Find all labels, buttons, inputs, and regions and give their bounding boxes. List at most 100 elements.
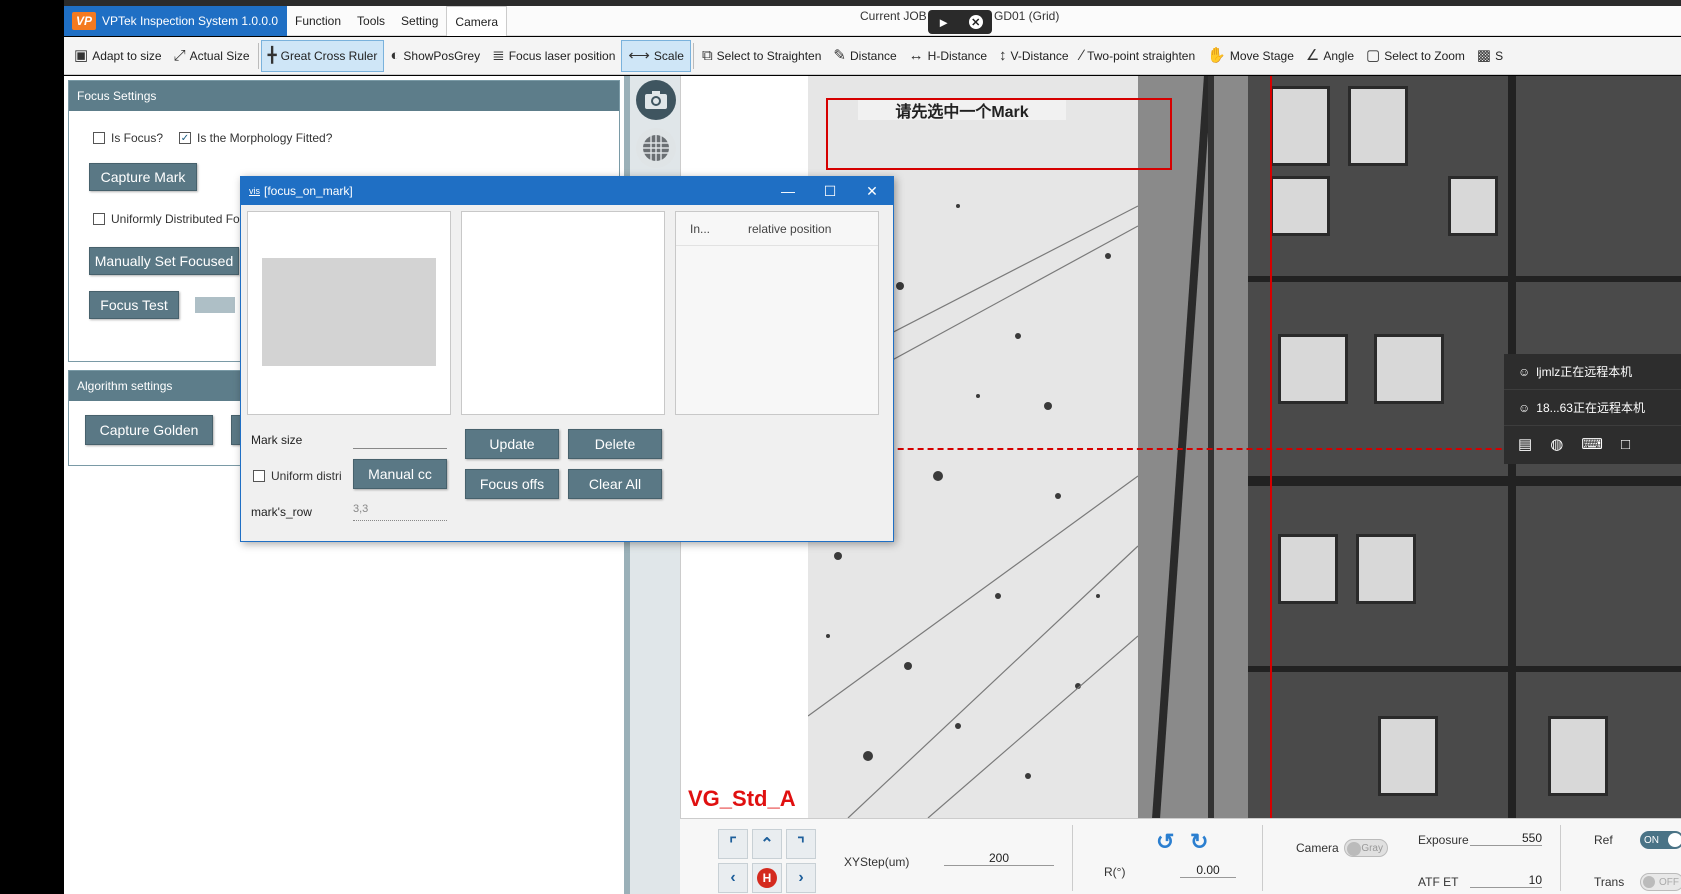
rotate-cw-icon[interactable]: ↻ — [1190, 829, 1208, 855]
image-icon: ▩ — [1476, 47, 1492, 64]
grid-globe-icon[interactable] — [636, 128, 676, 168]
toggle-text: Gray — [1361, 842, 1383, 854]
distance-button[interactable]: ✎ Distance — [827, 40, 902, 72]
image-button[interactable]: ▩ S — [1471, 40, 1509, 72]
atf-et-input[interactable]: 10 — [1470, 873, 1542, 888]
column-index[interactable]: In... — [676, 222, 736, 236]
mark-image-pane[interactable] — [247, 211, 451, 415]
minimize-icon[interactable]: — — [767, 177, 809, 205]
move-right-button[interactable]: › — [786, 863, 816, 893]
circuit-pad — [1356, 534, 1416, 604]
toolbar-separator — [257, 42, 259, 69]
checkbox-box[interactable] — [93, 213, 105, 225]
mark-size-input[interactable] — [353, 431, 447, 449]
menu-setting[interactable]: Setting — [393, 6, 446, 36]
uniform-distribution-checkbox[interactable]: Uniform distri — [253, 469, 342, 483]
actual-size-button[interactable]: ⤢ Actual Size — [168, 40, 256, 72]
column-relative-position[interactable]: relative position — [736, 222, 831, 236]
remote-user-text: ljmlz正在远程本机 — [1536, 365, 1633, 379]
home-button[interactable]: H — [752, 863, 782, 893]
move-up-right-button[interactable]: ⌝ — [786, 829, 816, 859]
toggle-knob — [1668, 833, 1681, 847]
focus-image-pane[interactable] — [461, 211, 665, 415]
microphone-icon[interactable]: ◍ — [1550, 435, 1563, 453]
capture-mark-button[interactable]: Capture Mark — [89, 163, 197, 191]
remote-close-icon[interactable]: ✕ — [968, 15, 983, 29]
focus-test-button[interactable]: Focus Test — [89, 291, 179, 319]
chat-icon[interactable]: ▤ — [1518, 435, 1532, 453]
great-cross-ruler-button[interactable]: ╋ Great Cross Ruler — [260, 39, 385, 72]
capture-golden-button[interactable]: Capture Golden — [85, 415, 213, 445]
checkbox-box[interactable] — [93, 132, 105, 144]
ref-toggle[interactable]: ON — [1640, 831, 1681, 849]
adapt-to-size-button[interactable]: ▣ Adapt to size — [68, 40, 168, 72]
marks-row-input[interactable]: 3,3 — [353, 503, 447, 521]
stage-control-panel: ⌜ ⌃ ⌝ ‹ H › XYStep(um) 200 ↺ ↻ R(°) 0.00… — [680, 818, 1681, 894]
tb-label: Select to Straighten — [716, 48, 822, 63]
manual-config-button[interactable]: Manual cc — [353, 459, 447, 489]
move-up-button[interactable]: ⌃ — [752, 829, 782, 859]
dialog-title-bar[interactable]: vis [focus_on_mark] — ☐ ✕ — [241, 177, 893, 205]
marks-row-label: mark's_row — [251, 505, 312, 519]
rotation-input[interactable]: 0.00 — [1180, 863, 1236, 878]
remote-arrow-icon[interactable]: ► — [937, 15, 950, 30]
menu-tools[interactable]: Tools — [349, 6, 393, 36]
check-icon[interactable]: ✓ — [179, 132, 191, 144]
tb-label: Scale — [653, 48, 684, 63]
marks-table[interactable]: In... relative position — [675, 211, 879, 415]
checkbox-label: Uniform distri — [271, 469, 342, 483]
clear-all-button[interactable]: Clear All — [568, 469, 662, 499]
manually-set-focused-button[interactable]: Manually Set Focused — [89, 247, 239, 275]
keyboard-icon[interactable]: ⌨ — [1581, 435, 1603, 453]
checkbox-label: Is Focus? — [111, 131, 164, 145]
remote-session-popup: ☺ ljmlz正在远程本机 ☺ 18...63正在远程本机 ▤ ◍ ⌨ □ — [1504, 354, 1681, 464]
home-icon: H — [757, 868, 777, 888]
focus-on-mark-dialog: vis [focus_on_mark] — ☐ ✕ In... relative… — [240, 176, 894, 542]
focus-settings-header: Focus Settings — [69, 81, 619, 111]
menu-items: Function Tools Setting Camera — [287, 6, 508, 36]
show-pos-grey-button[interactable]: ◐ ShowPosGrey — [384, 40, 486, 72]
app-title-tab[interactable]: VP VPTek Inspection System 1.0.0.0 — [64, 6, 287, 36]
update-button[interactable]: Update — [465, 429, 559, 459]
remote-user-row: ☺ ljmlz正在远程本机 — [1504, 354, 1681, 390]
delete-button[interactable]: Delete — [568, 429, 662, 459]
camera-label: Camera — [1296, 841, 1339, 855]
circuit-trace — [1248, 666, 1681, 672]
table-header: In... relative position — [676, 212, 878, 246]
uniform-distributed-checkbox[interactable]: Uniformly Distributed Fo — [93, 212, 240, 226]
move-stage-button[interactable]: ✋ Move Stage — [1201, 40, 1300, 72]
exposure-input[interactable]: 550 — [1470, 831, 1542, 846]
select-to-straighten-button[interactable]: ⧉ Select to Straighten — [696, 40, 827, 72]
menu-function[interactable]: Function — [287, 6, 349, 36]
tb-label: Focus laser position — [508, 48, 616, 63]
maximize-icon[interactable]: ☐ — [809, 177, 851, 205]
morphology-fitted-checkbox[interactable]: ✓ Is the Morphology Fitted? — [179, 131, 332, 145]
text-icon[interactable]: □ — [1621, 436, 1630, 453]
left-margin — [0, 0, 64, 894]
menu-camera[interactable]: Camera — [446, 6, 508, 36]
camera-gray-toggle[interactable]: Gray — [1344, 839, 1388, 857]
focus-laser-position-button[interactable]: ≣ Focus laser position — [486, 40, 621, 72]
angle-button[interactable]: ∠ Angle — [1300, 40, 1360, 72]
scale-button[interactable]: ⟷ Scale — [621, 39, 691, 72]
remote-control-pill[interactable]: ► ✕ — [928, 10, 992, 34]
close-icon[interactable]: ✕ — [851, 177, 893, 205]
trans-toggle[interactable]: OFF — [1640, 873, 1681, 891]
checkbox-label: Is the Morphology Fitted? — [197, 131, 333, 145]
checkbox-box[interactable] — [253, 470, 265, 482]
toggle-text: ON — [1644, 834, 1659, 846]
rotate-ccw-icon[interactable]: ↺ — [1156, 829, 1174, 855]
move-left-button[interactable]: ‹ — [718, 863, 748, 893]
camera-icon[interactable] — [636, 80, 676, 120]
is-focus-checkbox[interactable]: Is Focus? — [93, 131, 163, 145]
move-up-left-button[interactable]: ⌜ — [718, 829, 748, 859]
two-point-straighten-button[interactable]: ∕ Two-point straighten — [1075, 40, 1202, 72]
h-distance-button[interactable]: ↔ H-Distance — [903, 40, 993, 72]
focus-offset-button[interactable]: Focus offs — [465, 469, 559, 499]
select-to-zoom-button[interactable]: ▢ Select to Zoom — [1360, 40, 1471, 72]
separator — [1560, 825, 1561, 891]
xystep-input[interactable]: 200 — [944, 851, 1054, 866]
separator — [1262, 825, 1263, 891]
tb-label: V-Distance — [1010, 48, 1069, 63]
v-distance-button[interactable]: ↕ V-Distance — [993, 40, 1075, 72]
